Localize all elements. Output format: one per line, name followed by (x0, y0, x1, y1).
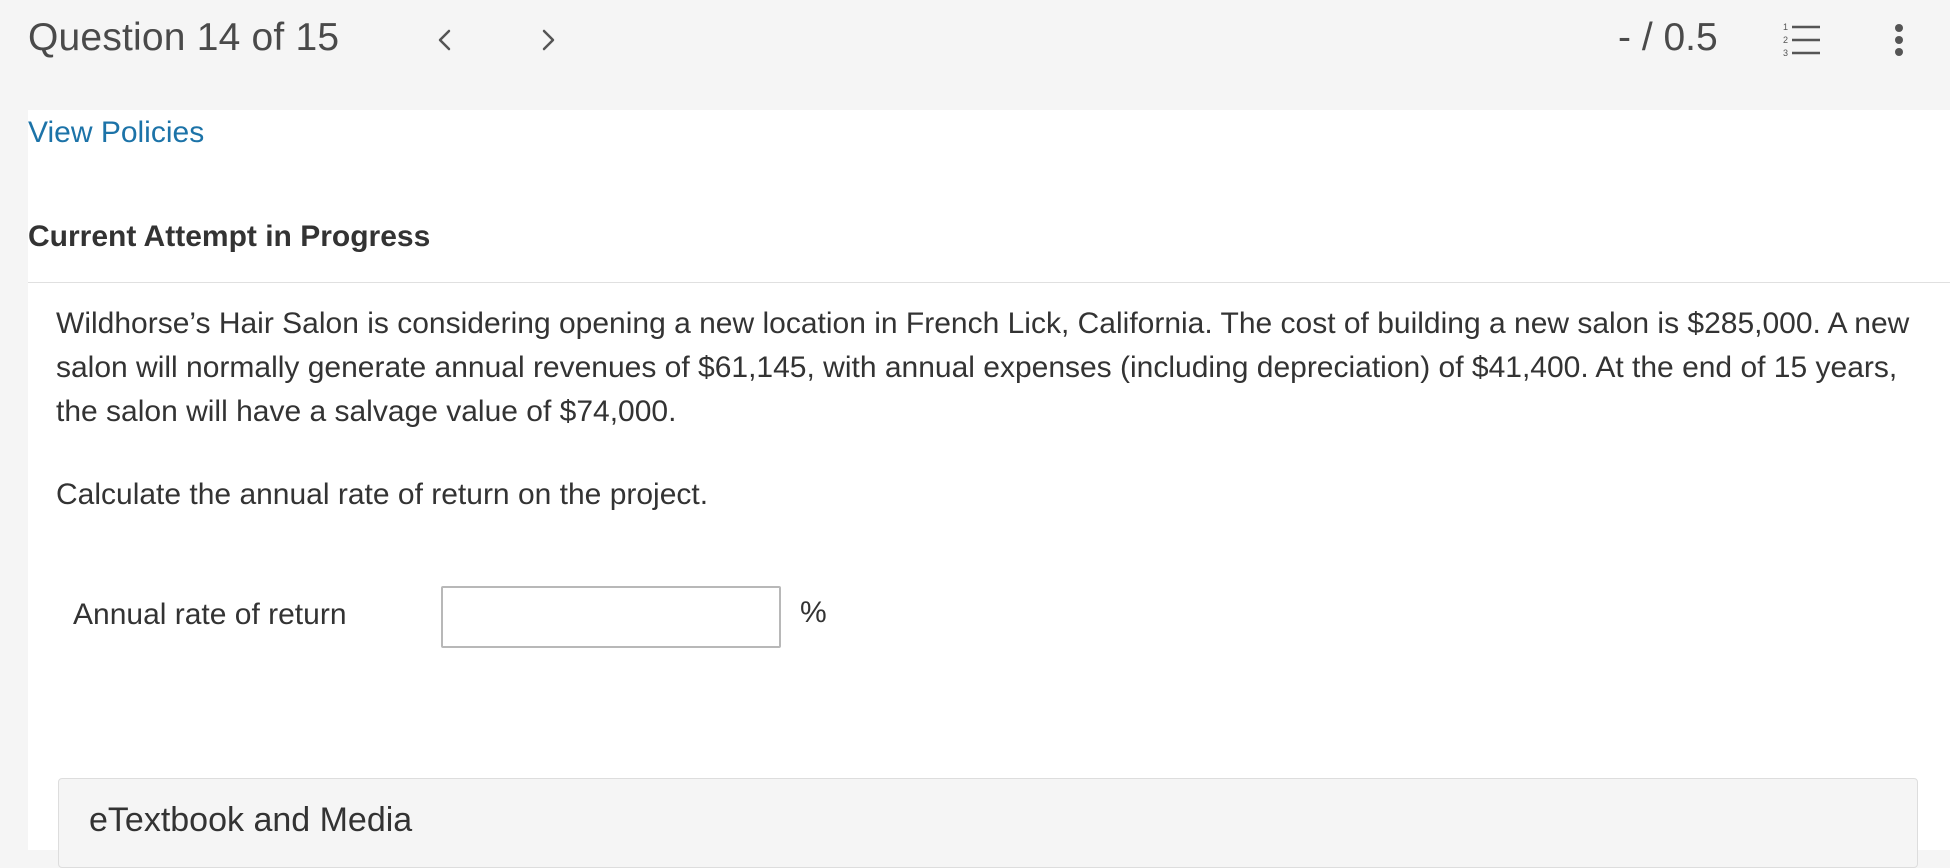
score-display: - / 0.5 (1618, 16, 1718, 59)
chevron-left-icon (438, 29, 451, 51)
etextbook-media-section[interactable]: eTextbook and Media (58, 778, 1918, 868)
numbered-list-icon: 1 2 3 (1783, 22, 1820, 58)
question-instruction: Calculate the annual rate of return on t… (56, 478, 709, 511)
divider (28, 282, 1950, 283)
svg-text:1: 1 (1783, 22, 1788, 32)
attempt-status-heading: Current Attempt in Progress (28, 220, 431, 253)
more-options-button[interactable] (1886, 16, 1912, 64)
question-list-button[interactable]: 1 2 3 (1778, 18, 1828, 62)
svg-text:3: 3 (1783, 48, 1788, 58)
annual-rate-of-return-input[interactable] (441, 586, 781, 648)
next-question-button[interactable] (528, 18, 568, 62)
answer-label: Annual rate of return (73, 598, 347, 631)
chevron-right-icon (542, 29, 555, 51)
question-panel: View Policies Current Attempt in Progres… (28, 110, 1950, 868)
svg-text:2: 2 (1783, 35, 1788, 45)
percent-unit: % (800, 596, 827, 629)
question-header: Question 14 of 15 - / 0.5 1 2 3 (0, 0, 1950, 110)
question-counter: Question 14 of 15 (28, 16, 340, 59)
question-text: Wildhorse’s Hair Salon is considering op… (56, 307, 1910, 428)
vertical-ellipsis-icon (1895, 24, 1903, 56)
etextbook-media-label: eTextbook and Media (89, 801, 413, 839)
view-policies-link[interactable]: View Policies (28, 116, 204, 150)
previous-question-button[interactable] (425, 18, 465, 62)
